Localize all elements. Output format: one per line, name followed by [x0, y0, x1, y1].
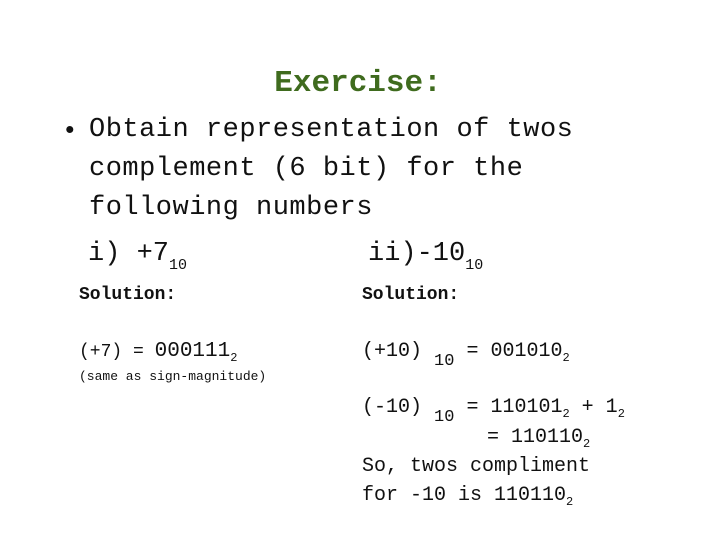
item-ii-label: ii)-10 [368, 239, 466, 269]
conclusion-base: 2 [566, 495, 574, 509]
step1-value: 001010 [490, 340, 563, 363]
item-ii: ii)-1010 [368, 239, 483, 274]
question-line-3: following numbers [89, 193, 373, 223]
conclusion-value: 110110 [494, 484, 567, 507]
question-line-1: Obtain representation of twos [89, 115, 574, 145]
step2-plus: + 1 [569, 396, 618, 419]
solution-2-step-2: (-10) 10 = 1101012 + 12 [362, 396, 625, 427]
solution-1-note: (same as sign-magnitude) [79, 369, 267, 384]
step1-eq: = [454, 340, 491, 363]
eq1-base: 2 [230, 351, 238, 365]
step2-lhs: (-10) [362, 396, 423, 419]
eq1-value: 000111 [154, 340, 231, 363]
step2-eq: = [454, 396, 491, 419]
step2-plus-base: 2 [617, 407, 625, 421]
step1-base: 2 [562, 351, 570, 365]
item-ii-subscript: 10 [465, 257, 484, 274]
solution-2-step-3: = 1101102 [487, 426, 591, 451]
item-i-subscript: 10 [169, 257, 188, 274]
step3-value: 110110 [511, 426, 584, 449]
question-line-2: complement (6 bit) for the [89, 154, 524, 184]
step2-value: 110101 [490, 396, 563, 419]
conclusion-text: for -10 is [362, 484, 495, 507]
step3-base: 2 [583, 437, 591, 451]
solution-1-label: Solution: [79, 285, 177, 305]
step2-lhs-sub: 10 [434, 408, 455, 427]
step1-lhs: (+10) [362, 340, 423, 363]
slide-title: Exercise: [0, 66, 720, 101]
item-i: i) +710 [88, 239, 187, 274]
conclusion-line-2: for -10 is 1101102 [362, 484, 574, 509]
step1-lhs-sub: 10 [434, 352, 455, 371]
solution-2-label: Solution: [362, 285, 460, 305]
eq1-lhs: (+7) = [79, 342, 155, 362]
conclusion-line-1: So, twos compliment [362, 455, 591, 478]
step3-eq: = [487, 426, 512, 449]
bullet-dot-icon: • [62, 116, 78, 146]
solution-2-step-1: (+10) 10 = 0010102 [362, 340, 570, 371]
title-text: Exercise: [274, 66, 442, 101]
solution-1-equation: (+7) = 0001112 [79, 340, 238, 365]
step2-base: 2 [562, 407, 570, 421]
item-i-label: i) +7 [88, 239, 170, 269]
